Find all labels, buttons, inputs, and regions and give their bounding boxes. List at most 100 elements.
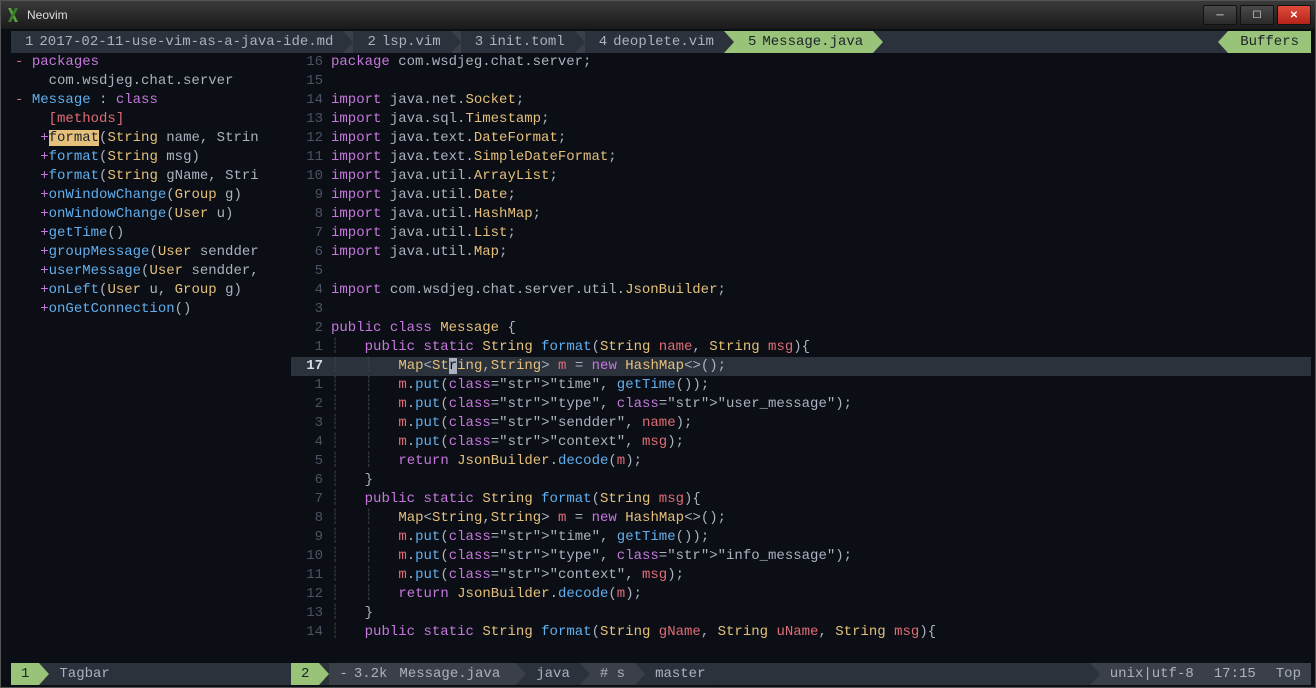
line-number: 13 xyxy=(291,110,331,129)
code-line[interactable]: 9import java.util.Date; xyxy=(291,186,1311,205)
code-text[interactable] xyxy=(331,72,1311,91)
tagbar-package-name[interactable]: com.wsdjeg.chat.server xyxy=(15,72,287,91)
line-number: 5 xyxy=(291,452,331,471)
code-line[interactable]: 6import java.util.Map; xyxy=(291,243,1311,262)
code-text[interactable]: import java.util.ArrayList; xyxy=(331,167,1311,186)
tab-4[interactable]: 4deoplete.vim xyxy=(585,31,724,53)
code-text[interactable]: import java.util.List; xyxy=(331,224,1311,243)
line-number: 16 xyxy=(291,53,331,72)
tab-2[interactable]: 2lsp.vim xyxy=(353,31,450,53)
code-text[interactable]: ┊ ┊ return JsonBuilder.decode(m); xyxy=(331,585,1311,604)
code-line[interactable]: 16package com.wsdjeg.chat.server; xyxy=(291,53,1311,72)
tagbar-methods-header: [methods] xyxy=(15,110,287,129)
code-text[interactable]: ┊ ┊ Map<String,String> m = new HashMap<>… xyxy=(331,357,1311,376)
code-text[interactable]: ┊ ┊ m.put(class="str">"type", class="str… xyxy=(331,395,1311,414)
code-text[interactable]: import java.util.Map; xyxy=(331,243,1311,262)
code-text[interactable]: public class Message { xyxy=(331,319,1311,338)
code-text[interactable]: import java.util.Date; xyxy=(331,186,1311,205)
code-line[interactable]: 4import com.wsdjeg.chat.server.util.Json… xyxy=(291,281,1311,300)
code-text[interactable]: ┊ public static String format(String gNa… xyxy=(331,623,1311,642)
code-line[interactable]: 4┊ ┊ m.put(class="str">"context", msg); xyxy=(291,433,1311,452)
code-line[interactable]: 12import java.text.DateFormat; xyxy=(291,129,1311,148)
minimize-button[interactable]: ─ xyxy=(1203,5,1237,25)
code-text[interactable]: import com.wsdjeg.chat.server.util.JsonB… xyxy=(331,281,1311,300)
line-number: 6 xyxy=(291,243,331,262)
maximize-button[interactable]: ☐ xyxy=(1240,5,1274,25)
code-line[interactable]: 12┊ ┊ return JsonBuilder.decode(m); xyxy=(291,585,1311,604)
code-text[interactable]: ┊ } xyxy=(331,604,1311,623)
code-line[interactable]: 3 xyxy=(291,300,1311,319)
code-line[interactable]: 8┊ ┊ Map<String,String> m = new HashMap<… xyxy=(291,509,1311,528)
code-text[interactable]: ┊ public static String format(String nam… xyxy=(331,338,1311,357)
line-number: 13 xyxy=(291,604,331,623)
code-text[interactable]: ┊ ┊ m.put(class="str">"time", getTime())… xyxy=(331,376,1311,395)
tagbar-method[interactable]: +format(String gName, Stri xyxy=(15,167,287,186)
code-text[interactable]: ┊ ┊ Map<String,String> m = new HashMap<>… xyxy=(331,509,1311,528)
code-text[interactable]: ┊ ┊ m.put(class="str">"context", msg); xyxy=(331,433,1311,452)
code-line[interactable]: 10import java.util.ArrayList; xyxy=(291,167,1311,186)
code-line[interactable]: 3┊ ┊ m.put(class="str">"sendder", name); xyxy=(291,414,1311,433)
line-number: 12 xyxy=(291,129,331,148)
code-text[interactable]: ┊ ┊ m.put(class="str">"sendder", name); xyxy=(331,414,1311,433)
tagbar-method[interactable]: +onWindowChange(User u) xyxy=(15,205,287,224)
code-line[interactable]: 13┊ } xyxy=(291,604,1311,623)
code-line[interactable]: 7┊ public static String format(String ms… xyxy=(291,490,1311,509)
tagbar-method[interactable]: +userMessage(User sendder, xyxy=(15,262,287,281)
code-line[interactable]: 5 xyxy=(291,262,1311,281)
code-line[interactable]: 5┊ ┊ return JsonBuilder.decode(m); xyxy=(291,452,1311,471)
tab-3[interactable]: 3init.toml xyxy=(461,31,575,53)
code-line[interactable]: 1┊ public static String format(String na… xyxy=(291,338,1311,357)
tab-1[interactable]: 12017-02-11-use-vim-as-a-java-ide.md xyxy=(11,31,343,53)
line-number: 4 xyxy=(291,281,331,300)
line-number: 6 xyxy=(291,471,331,490)
code-text[interactable]: ┊ public static String format(String msg… xyxy=(331,490,1311,509)
code-line[interactable]: 8import java.util.HashMap; xyxy=(291,205,1311,224)
statusline-left: 1 Tagbar xyxy=(11,663,291,685)
tagbar-class[interactable]: - Message : class xyxy=(15,91,287,110)
code-line[interactable]: 2public class Message { xyxy=(291,319,1311,338)
code-line[interactable]: 10┊ ┊ m.put(class="str">"type", class="s… xyxy=(291,547,1311,566)
code-line[interactable]: 14┊ public static String format(String g… xyxy=(291,623,1311,642)
tagbar-method[interactable]: +format(String msg) xyxy=(15,148,287,167)
buffers-indicator[interactable]: Buffers xyxy=(1228,31,1311,53)
code-line[interactable]: 2┊ ┊ m.put(class="str">"type", class="st… xyxy=(291,395,1311,414)
code-line[interactable]: 11┊ ┊ m.put(class="str">"context", msg); xyxy=(291,566,1311,585)
code-text[interactable]: ┊ ┊ return JsonBuilder.decode(m); xyxy=(331,452,1311,471)
code-text[interactable] xyxy=(331,300,1311,319)
line-number: 11 xyxy=(291,148,331,167)
tagbar-method[interactable]: +format(String name, Strin xyxy=(15,129,287,148)
code-text[interactable]: import java.text.SimpleDateFormat; xyxy=(331,148,1311,167)
code-text[interactable]: ┊ } xyxy=(331,471,1311,490)
code-text[interactable] xyxy=(331,262,1311,281)
tagbar-method[interactable]: +onGetConnection() xyxy=(15,300,287,319)
tab-5-active[interactable]: 5Message.java xyxy=(734,31,873,53)
code-text[interactable]: import java.net.Socket; xyxy=(331,91,1311,110)
code-line[interactable]: 7import java.util.List; xyxy=(291,224,1311,243)
code-text[interactable]: ┊ ┊ m.put(class="str">"time", getTime())… xyxy=(331,528,1311,547)
code-line[interactable]: 1┊ ┊ m.put(class="str">"time", getTime()… xyxy=(291,376,1311,395)
code-text[interactable]: ┊ ┊ m.put(class="str">"type", class="str… xyxy=(331,547,1311,566)
code-line[interactable]: 13import java.sql.Timestamp; xyxy=(291,110,1311,129)
tagbar-method[interactable]: +onLeft(User u, Group g) xyxy=(15,281,287,300)
code-text[interactable]: import java.text.DateFormat; xyxy=(331,129,1311,148)
tagbar-sidebar[interactable]: - packages com.wsdjeg.chat.server - Mess… xyxy=(11,53,291,663)
code-line[interactable]: 15 xyxy=(291,72,1311,91)
code-line[interactable]: 11import java.text.SimpleDateFormat; xyxy=(291,148,1311,167)
close-button[interactable]: ✕ xyxy=(1277,5,1311,25)
code-text[interactable]: ┊ ┊ m.put(class="str">"context", msg); xyxy=(331,566,1311,585)
line-number: 14 xyxy=(291,623,331,642)
code-text[interactable]: package com.wsdjeg.chat.server; xyxy=(331,53,1311,72)
code-text[interactable]: import java.sql.Timestamp; xyxy=(331,110,1311,129)
code-line[interactable]: 6┊ } xyxy=(291,471,1311,490)
tagbar-method[interactable]: +onWindowChange(Group g) xyxy=(15,186,287,205)
tagbar-method[interactable]: +getTime() xyxy=(15,224,287,243)
code-text[interactable]: import java.util.HashMap; xyxy=(331,205,1311,224)
code-line[interactable]: 14import java.net.Socket; xyxy=(291,91,1311,110)
code-line[interactable]: 17┊ ┊ Map<String,String> m = new HashMap… xyxy=(291,357,1311,376)
statusline-time: 17:15 xyxy=(1204,663,1266,685)
tagbar-packages[interactable]: - packages xyxy=(15,53,287,72)
editor-pane[interactable]: 16package com.wsdjeg.chat.server;15 14im… xyxy=(291,53,1311,663)
code-line[interactable]: 9┊ ┊ m.put(class="str">"time", getTime()… xyxy=(291,528,1311,547)
line-number: 8 xyxy=(291,205,331,224)
tagbar-method[interactable]: +groupMessage(User sendder xyxy=(15,243,287,262)
